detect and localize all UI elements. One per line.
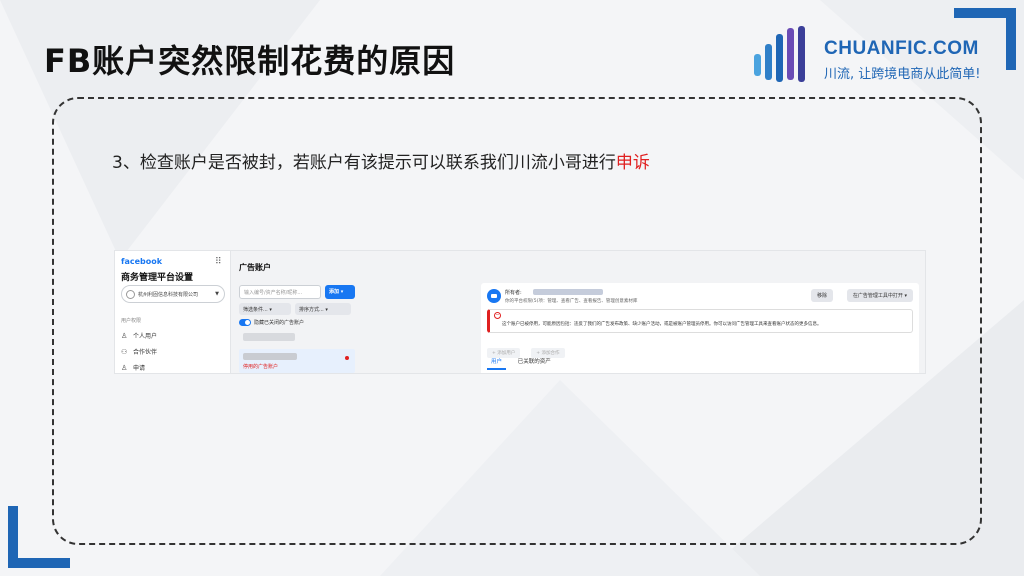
- account-search-input[interactable]: 输入编号/资产名称/昵称...: [239, 285, 321, 299]
- slide-title: FB账户突然限制花费的原因: [44, 42, 456, 80]
- fb-brand: facebook: [121, 257, 163, 266]
- fb-sidebar-title: 商务管理平台设置: [121, 273, 194, 283]
- logo-slogan: 川流, 让跨境电商从此简单!: [824, 67, 981, 82]
- logo-bars-icon: [754, 26, 805, 82]
- account-avatar: [487, 289, 501, 303]
- status-dot-icon: [345, 356, 349, 360]
- remove-button[interactable]: 移除: [810, 289, 833, 302]
- account-list: 输入编号/资产名称/昵称... 添加 ▾ 筛选条件... ▾ 排序方式... ▾…: [239, 283, 361, 373]
- chevron-down-icon: ▼: [215, 291, 219, 297]
- toggle-label: 隐藏已关闭的广告账户: [254, 320, 305, 326]
- sidebar-section-label: 用户权限: [121, 318, 142, 324]
- request-icon: ♙: [121, 364, 128, 372]
- open-button-label: 在广告管理工具中打开: [852, 293, 903, 299]
- account-status-label: 停用的广告账户: [243, 364, 279, 370]
- brand-logo: CHUANFIC.COM 川流, 让跨境电商从此简单!: [752, 24, 992, 88]
- account-detail: 所有者: 你的平台权限(5)项：管理、查看广告、查看报告、管理创意素材库 移除 …: [481, 283, 919, 373]
- company-selector[interactable]: 杭州利固信息科技有限公司 ▼: [121, 285, 225, 303]
- detail-tabs: 用户 已关联的资产: [487, 355, 561, 370]
- company-icon: [126, 290, 135, 299]
- logo-name: CHUANFIC.COM: [824, 38, 979, 59]
- step-text: 3、检查账户是否被封，若账户有该提示可以联系我们川流小哥进行: [112, 153, 616, 173]
- filter-dropdown[interactable]: 筛选条件... ▾: [239, 303, 291, 315]
- filter-label: 筛选条件...: [243, 307, 268, 313]
- selected-account-row[interactable]: 停用的广告账户: [239, 349, 355, 373]
- corner-accent-bottom-left: [8, 506, 18, 568]
- sidebar-item-users[interactable]: ♙ 个人用户: [121, 331, 157, 340]
- partners-icon: ⚇: [121, 348, 128, 356]
- person-icon: ♙: [121, 332, 128, 340]
- owner-label: 所有者:: [505, 290, 522, 296]
- tab-users[interactable]: 用户: [487, 355, 507, 370]
- tab-linked-assets[interactable]: 已关联的资产: [514, 355, 555, 368]
- step-instruction: 3、检查账户是否被封，若账户有该提示可以联系我们川流小哥进行申诉: [112, 148, 650, 173]
- add-account-button[interactable]: 添加 ▾: [325, 285, 355, 299]
- sidebar-item-requests[interactable]: ♙ 申请: [121, 363, 145, 372]
- company-name: 杭州利固信息科技有限公司: [138, 292, 199, 298]
- add-button-label: 添加: [329, 289, 340, 295]
- grid-menu-icon[interactable]: ⠿: [215, 257, 222, 267]
- warning-icon: −: [494, 312, 501, 319]
- open-in-ads-manager-button[interactable]: 在广告管理工具中打开 ▾: [846, 289, 913, 302]
- disabled-warning: − 这个账户已被停用，可能原因包括：违反了我们的广告发布政策、缺少账户活动，或是…: [487, 309, 913, 333]
- sort-label: 排序方式...: [299, 307, 324, 313]
- warning-text: 这个账户已被停用，可能原因包括：违反了我们的广告发布政策、缺少账户活动，或是被账…: [502, 322, 822, 327]
- sidebar-item-label: 申请: [133, 365, 146, 372]
- fb-screenshot: facebook ⠿ 商务管理平台设置 杭州利固信息科技有限公司 ▼ 用户权限 …: [114, 250, 926, 374]
- fb-sidebar: facebook ⠿ 商务管理平台设置 杭州利固信息科技有限公司 ▼ 用户权限 …: [115, 251, 231, 373]
- permissions-meta: 你的平台权限(5)项：管理、查看广告、查看报告、管理创意素材库: [505, 299, 638, 304]
- blurred-owner: [533, 289, 603, 295]
- sort-dropdown[interactable]: 排序方式... ▾: [295, 303, 351, 315]
- blurred-account-name: [243, 333, 295, 341]
- hide-closed-toggle-row[interactable]: 隐藏已关闭的广告账户: [239, 319, 304, 326]
- sidebar-item-label: 个人用户: [133, 333, 158, 340]
- blurred-account-name: [243, 353, 297, 360]
- fb-page-heading: 广告账户: [239, 263, 271, 272]
- corner-accent-top-right: [1006, 8, 1016, 70]
- hide-closed-toggle[interactable]: [239, 319, 251, 326]
- step-highlight: 申诉: [615, 153, 650, 173]
- sidebar-item-partners[interactable]: ⚇ 合作伙伴: [121, 347, 157, 356]
- sidebar-item-label: 合作伙伴: [133, 349, 158, 356]
- fb-main: 广告账户 输入编号/资产名称/昵称... 添加 ▾ 筛选条件... ▾ 排序方式…: [231, 251, 925, 373]
